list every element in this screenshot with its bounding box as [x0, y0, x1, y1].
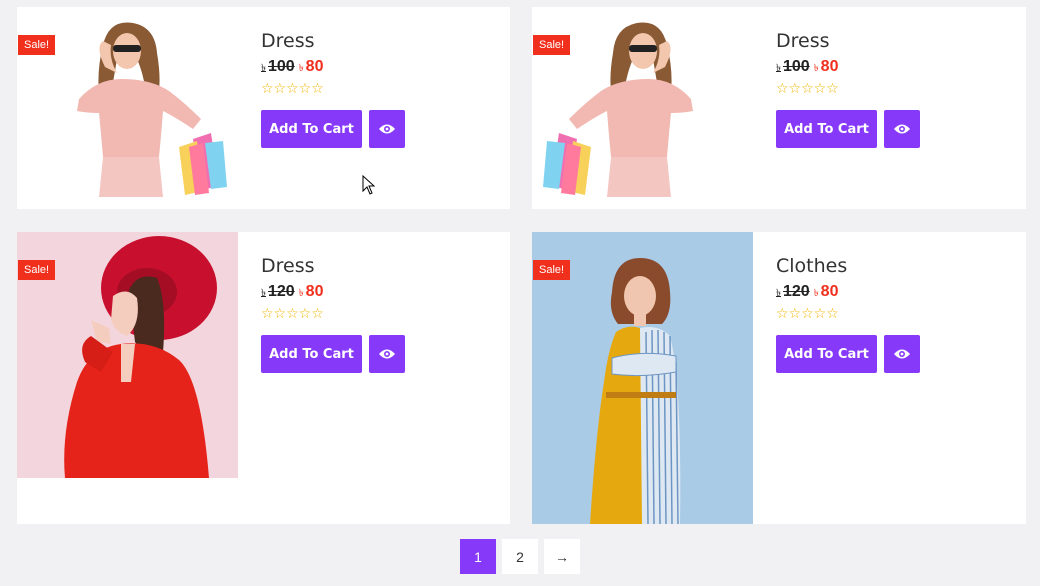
sale-price-value: 80	[305, 58, 324, 75]
product-card: Sale! Dress ৳ 100 ৳ 80 ☆☆☆☆☆ Add To Cart	[17, 7, 510, 209]
eye-icon	[894, 124, 910, 134]
product-actions: Add To Cart	[776, 335, 920, 373]
add-to-cart-button[interactable]: Add To Cart	[261, 335, 362, 373]
sale-badge: Sale!	[18, 260, 56, 280]
page-1-button[interactable]: 1	[460, 539, 496, 574]
product-info: Dress ৳ 120 ৳ 80 ☆☆☆☆☆ Add To Cart	[261, 255, 405, 373]
old-price-value: 100	[267, 58, 295, 75]
price-row: ৳ 120 ৳ 80	[261, 283, 405, 305]
sale-price-value: 80	[305, 283, 324, 300]
currency-symbol: ৳	[813, 288, 819, 299]
price-row: ৳ 100 ৳ 80	[261, 58, 405, 80]
sale-price-value: 80	[820, 58, 839, 75]
currency-symbol: ৳	[776, 288, 781, 299]
price-row: ৳ 120 ৳ 80	[776, 283, 920, 305]
old-price: ৳ 120	[261, 283, 295, 300]
old-price-value: 100	[782, 58, 810, 75]
eye-icon	[379, 349, 395, 359]
sale-price: ৳ 80	[299, 283, 324, 300]
rating-stars: ☆☆☆☆☆	[261, 305, 324, 321]
quick-view-button[interactable]	[369, 110, 405, 148]
eye-icon	[894, 349, 910, 359]
old-price: ৳ 100	[776, 58, 810, 75]
currency-symbol: ৳	[298, 288, 304, 299]
product-actions: Add To Cart	[261, 110, 405, 148]
add-to-cart-button[interactable]: Add To Cart	[261, 110, 362, 148]
mouse-cursor-icon	[362, 175, 376, 195]
currency-symbol: ৳	[261, 63, 266, 74]
currency-symbol: ৳	[298, 63, 304, 74]
quick-view-button[interactable]	[884, 335, 920, 373]
product-card: Sale! Dress ৳ 100 ৳ 80 ☆☆☆☆☆ Add To Cart	[532, 7, 1026, 209]
product-title[interactable]: Clothes	[776, 255, 920, 279]
product-card: Sale! Clothes ৳ 120 ৳ 80 ☆☆☆☆☆ Add To Cart	[532, 232, 1026, 524]
currency-symbol: ৳	[261, 288, 266, 299]
product-actions: Add To Cart	[261, 335, 405, 373]
pagination: 1 2 →	[460, 539, 580, 574]
old-price: ৳ 120	[776, 283, 810, 300]
product-info: Clothes ৳ 120 ৳ 80 ☆☆☆☆☆ Add To Cart	[776, 255, 920, 373]
currency-symbol: ৳	[776, 63, 781, 74]
rating-stars: ☆☆☆☆☆	[776, 305, 839, 321]
product-title[interactable]: Dress	[261, 255, 405, 279]
old-price-value: 120	[267, 283, 295, 300]
quick-view-button[interactable]	[884, 110, 920, 148]
sale-badge: Sale!	[533, 260, 571, 280]
rating-stars: ☆☆☆☆☆	[776, 80, 839, 96]
sale-price: ৳ 80	[814, 283, 839, 300]
product-info: Dress ৳ 100 ৳ 80 ☆☆☆☆☆ Add To Cart	[776, 30, 920, 148]
product-info: Dress ৳ 100 ৳ 80 ☆☆☆☆☆ Add To Cart	[261, 30, 405, 148]
product-actions: Add To Cart	[776, 110, 920, 148]
currency-symbol: ৳	[813, 63, 819, 74]
page-2-button[interactable]: 2	[502, 539, 538, 574]
product-title[interactable]: Dress	[776, 30, 920, 54]
product-title[interactable]: Dress	[261, 30, 405, 54]
add-to-cart-button[interactable]: Add To Cart	[776, 110, 877, 148]
old-price-value: 120	[782, 283, 810, 300]
product-card: Sale! Dress ৳ 120 ৳ 80 ☆☆☆☆☆ Add To Cart	[17, 232, 510, 524]
next-page-button[interactable]: →	[544, 539, 580, 574]
quick-view-button[interactable]	[369, 335, 405, 373]
rating-stars: ☆☆☆☆☆	[261, 80, 324, 96]
price-row: ৳ 100 ৳ 80	[776, 58, 920, 80]
add-to-cart-button[interactable]: Add To Cart	[776, 335, 877, 373]
sale-badge: Sale!	[18, 35, 56, 55]
old-price: ৳ 100	[261, 58, 295, 75]
sale-price: ৳ 80	[814, 58, 839, 75]
sale-price-value: 80	[820, 283, 839, 300]
sale-badge: Sale!	[533, 35, 571, 55]
eye-icon	[379, 124, 395, 134]
sale-price: ৳ 80	[299, 58, 324, 75]
